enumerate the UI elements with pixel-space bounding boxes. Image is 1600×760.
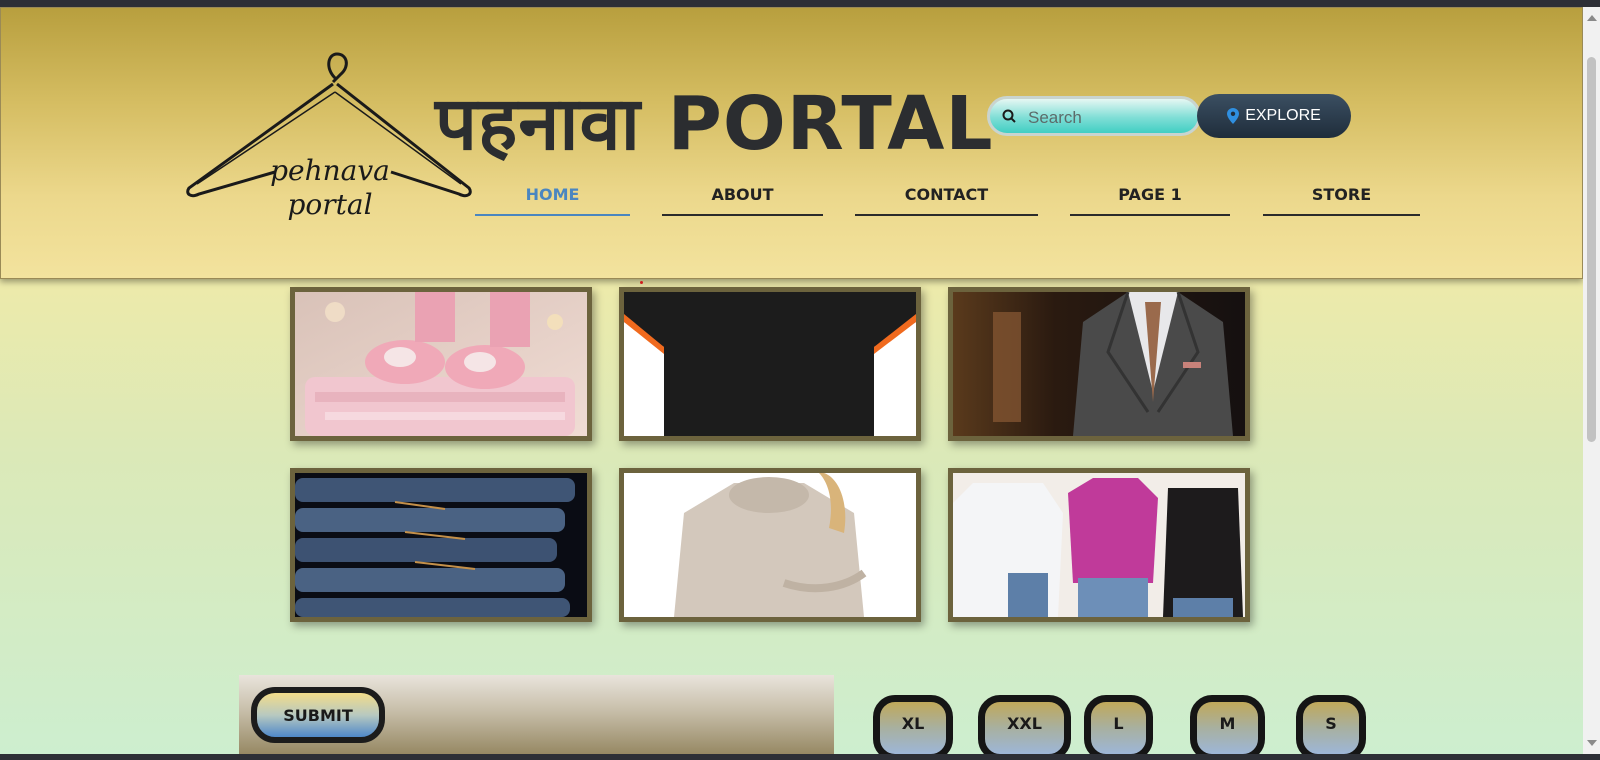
scroll-up-arrow-icon[interactable] <box>1587 15 1597 21</box>
scrollbar-thumb[interactable] <box>1587 57 1596 442</box>
size-l-button[interactable]: L <box>1084 695 1153 754</box>
black-tshirt-image[interactable] <box>619 287 921 441</box>
nav-page-1[interactable]: PAGE 1 <box>1070 180 1230 216</box>
size-m-button[interactable]: M <box>1190 695 1265 754</box>
submit-button[interactable]: SUBMIT <box>251 687 385 743</box>
stray-dot <box>640 281 643 284</box>
logo-text-line2: portal <box>287 188 372 221</box>
search-input[interactable] <box>1026 105 1195 131</box>
size-xxl-button[interactable]: XXL <box>978 695 1071 754</box>
site-header: pehnava portal पहनावा PORTAL EXPLORE HOM… <box>0 7 1583 279</box>
women-tops-image[interactable] <box>948 468 1250 622</box>
size-xl-button[interactable]: XL <box>873 695 953 754</box>
explore-label: EXPLORE <box>1245 107 1321 124</box>
sweater-woman-image[interactable] <box>619 468 921 622</box>
nav-contact[interactable]: CONTACT <box>855 180 1038 216</box>
logo-text-line1: pehnava <box>270 154 390 187</box>
brand-title: पहनावा PORTAL <box>435 81 994 167</box>
suit-jacket-image[interactable] <box>948 287 1250 441</box>
window-bottom-edge <box>0 754 1600 760</box>
jeans-stack-image[interactable] <box>290 468 592 622</box>
search-icon <box>1002 109 1016 123</box>
vertical-scrollbar[interactable] <box>1583 7 1600 754</box>
page-viewport: pehnava portal पहनावा PORTAL EXPLORE HOM… <box>0 7 1583 754</box>
baby-booties-image[interactable] <box>290 287 592 441</box>
size-s-button[interactable]: S <box>1296 695 1366 754</box>
location-pin-icon <box>1227 108 1240 124</box>
search-box[interactable] <box>987 96 1201 136</box>
scroll-down-arrow-icon[interactable] <box>1587 740 1597 746</box>
nav-home[interactable]: HOME <box>475 180 630 216</box>
nav-store[interactable]: STORE <box>1263 180 1420 216</box>
hanger-logo[interactable]: pehnava portal <box>185 48 475 228</box>
explore-button[interactable]: EXPLORE <box>1197 94 1351 138</box>
nav-about[interactable]: ABOUT <box>662 180 823 216</box>
